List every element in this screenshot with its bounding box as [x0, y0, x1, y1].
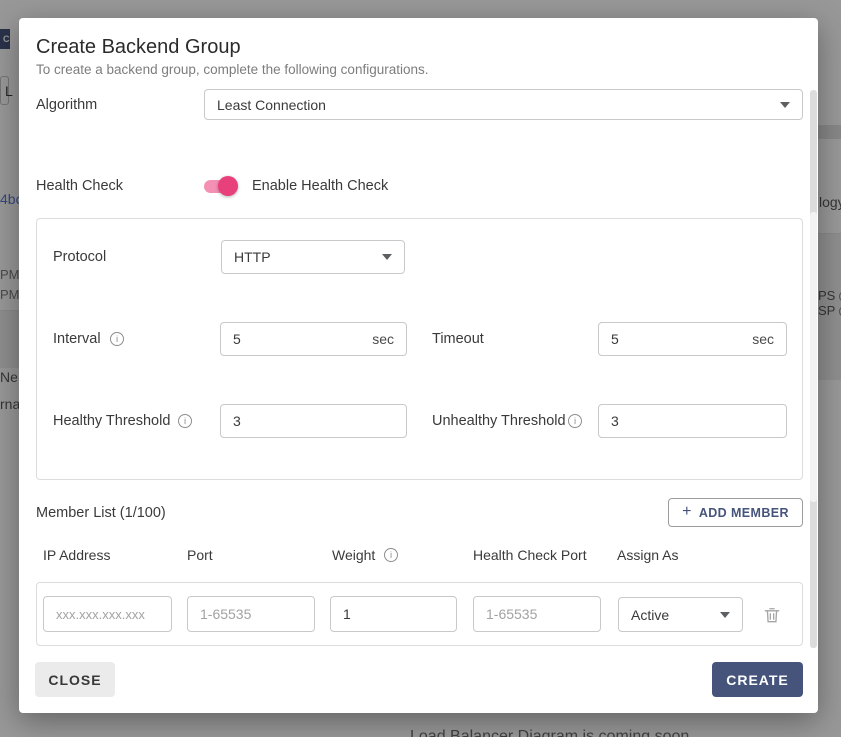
trash-icon — [762, 605, 782, 625]
modal-scrollbar-thumb[interactable] — [810, 212, 817, 502]
ip-address-input[interactable] — [56, 607, 159, 622]
health-check-port-input[interactable] — [486, 606, 588, 622]
algorithm-select[interactable]: Least Connection — [204, 89, 803, 120]
port-field[interactable] — [187, 596, 315, 632]
protocol-value: HTTP — [234, 249, 271, 265]
add-member-button[interactable]: + ADD MEMBER — [668, 498, 803, 527]
plus-icon: + — [682, 503, 692, 521]
assign-as-value: Active — [631, 607, 669, 623]
timeout-unit: sec — [752, 331, 774, 347]
ip-address-field[interactable] — [43, 596, 172, 632]
info-icon[interactable]: i — [568, 414, 582, 428]
health-check-toggle-knob[interactable] — [218, 176, 238, 196]
info-icon[interactable]: i — [178, 414, 192, 428]
unhealthy-threshold-field[interactable] — [598, 404, 787, 438]
interval-field[interactable]: sec — [220, 322, 407, 356]
dialog-subtitle: To create a backend group, complete the … — [36, 62, 429, 77]
close-button[interactable]: CLOSE — [35, 662, 115, 697]
unhealthy-threshold-input[interactable] — [611, 413, 774, 429]
create-button[interactable]: CREATE — [712, 662, 803, 697]
column-header-health-check-port: Health Check Port — [473, 547, 587, 563]
member-list-title: Member List (1/100) — [36, 505, 166, 521]
chevron-down-icon — [780, 102, 790, 108]
interval-label: Interval — [53, 331, 101, 347]
column-header-port: Port — [187, 547, 213, 563]
info-icon[interactable]: i — [110, 332, 124, 346]
health-check-label: Health Check — [36, 178, 123, 194]
info-icon[interactable]: i — [384, 548, 398, 562]
delete-member-button[interactable] — [762, 605, 782, 625]
unhealthy-threshold-label: Unhealthy Threshold — [432, 413, 566, 429]
column-header-weight: Weight — [332, 547, 375, 563]
dialog-title: Create Backend Group — [36, 36, 241, 59]
chevron-down-icon — [382, 254, 392, 260]
screen: CR L 4bc PM PM Ne rna logy PSi SPi Load … — [0, 0, 841, 737]
protocol-select[interactable]: HTTP — [221, 240, 405, 274]
timeout-label: Timeout — [432, 331, 484, 347]
protocol-label: Protocol — [53, 249, 106, 265]
weight-input[interactable] — [343, 606, 444, 622]
health-check-toggle-label: Enable Health Check — [252, 178, 388, 194]
add-member-label: ADD MEMBER — [699, 506, 789, 520]
column-header-ip: IP Address — [43, 547, 110, 563]
create-backend-group-dialog: Create Backend Group To create a backend… — [19, 18, 818, 713]
healthy-threshold-label: Healthy Threshold — [53, 413, 170, 429]
healthy-threshold-field[interactable] — [220, 404, 407, 438]
weight-field[interactable] — [330, 596, 457, 632]
healthy-threshold-input[interactable] — [233, 413, 394, 429]
interval-unit: sec — [372, 331, 394, 347]
port-input[interactable] — [200, 606, 302, 622]
column-header-assign-as: Assign As — [617, 547, 678, 563]
algorithm-value: Least Connection — [217, 97, 326, 113]
algorithm-label: Algorithm — [36, 97, 97, 113]
assign-as-select[interactable]: Active — [618, 597, 743, 632]
health-check-port-field[interactable] — [473, 596, 601, 632]
interval-input[interactable] — [233, 331, 366, 347]
timeout-input[interactable] — [611, 331, 746, 347]
timeout-field[interactable]: sec — [598, 322, 787, 356]
chevron-down-icon — [720, 612, 730, 618]
